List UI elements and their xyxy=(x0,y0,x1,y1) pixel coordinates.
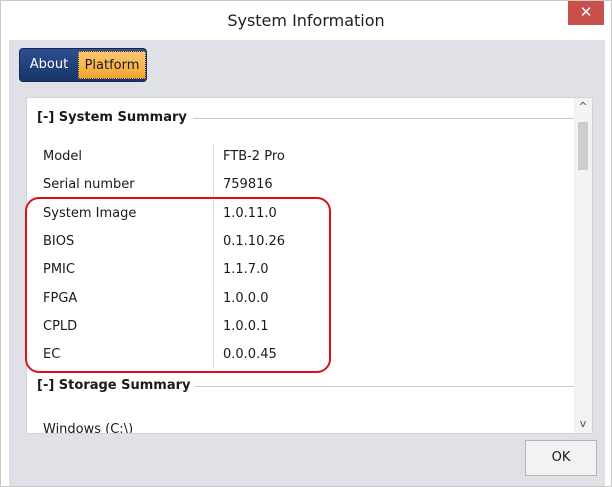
row-label-model: Model xyxy=(43,149,83,164)
storage-summary-header[interactable]: [-] Storage Summary xyxy=(37,377,191,395)
table-row: BIOS 0.1.10.26 xyxy=(27,228,575,256)
column-divider xyxy=(213,256,214,284)
tab-group: About Platform xyxy=(19,48,147,82)
row-value-ec: 0.0.0.45 xyxy=(223,347,277,362)
system-summary-header[interactable]: [-] System Summary xyxy=(37,109,187,127)
row-value-bios: 0.1.10.26 xyxy=(223,234,286,249)
column-divider xyxy=(213,171,214,199)
table-row: Serial number 759816 xyxy=(27,171,575,199)
tab-about[interactable]: About xyxy=(20,49,78,81)
column-divider xyxy=(213,228,214,256)
row-label-system-image: System Image xyxy=(43,206,137,221)
row-value-pmic: 1.1.7.0 xyxy=(223,262,269,277)
table-row: CPLD 1.0.0.1 xyxy=(27,313,575,341)
column-divider xyxy=(213,200,214,228)
table-row: Windows (C:\) xyxy=(27,416,575,434)
vertical-scrollbar[interactable]: ^ v xyxy=(574,98,592,433)
tab-platform[interactable]: Platform xyxy=(78,51,146,79)
table-row: Model FTB-2 Pro xyxy=(27,143,575,171)
ok-button[interactable]: OK xyxy=(525,440,597,476)
column-divider xyxy=(213,341,214,369)
system-information-dialog: System Information ✕ About Platform [-] … xyxy=(0,0,612,487)
row-label-cpld: CPLD xyxy=(43,319,78,334)
column-divider xyxy=(213,313,214,341)
scroll-thumb[interactable] xyxy=(578,122,588,170)
row-value-serial-number: 759816 xyxy=(223,177,273,192)
section-divider xyxy=(195,386,575,387)
row-value-cpld: 1.0.0.1 xyxy=(223,319,269,334)
row-label-fpga: FPGA xyxy=(43,291,78,306)
column-divider xyxy=(213,285,214,313)
row-label-serial-number: Serial number xyxy=(43,177,135,192)
close-icon: ✕ xyxy=(579,3,593,21)
scroll-up-icon[interactable]: ^ xyxy=(574,98,592,116)
tab-strip: About Platform xyxy=(9,40,605,90)
scroll-down-icon[interactable]: v xyxy=(574,415,592,433)
info-panel[interactable]: [-] System Summary Model FTB-2 Pro Seria… xyxy=(26,97,593,434)
section-divider xyxy=(193,118,575,119)
column-divider xyxy=(213,143,214,171)
title-bar: System Information ✕ xyxy=(1,1,611,40)
row-label-windows-drive: Windows (C:\) xyxy=(43,422,134,434)
content-frame: [-] System Summary Model FTB-2 Pro Seria… xyxy=(9,90,605,434)
dialog-footer: OK xyxy=(9,434,605,486)
row-value-system-image: 1.0.11.0 xyxy=(223,206,277,221)
table-row: System Image 1.0.11.0 xyxy=(27,200,575,228)
table-row: PMIC 1.1.7.0 xyxy=(27,256,575,284)
window-title: System Information xyxy=(227,11,385,30)
row-value-fpga: 1.0.0.0 xyxy=(223,291,269,306)
table-row: FPGA 1.0.0.0 xyxy=(27,285,575,313)
row-value-model: FTB-2 Pro xyxy=(223,149,285,164)
close-button[interactable]: ✕ xyxy=(568,1,604,25)
row-label-bios: BIOS xyxy=(43,234,75,249)
row-label-pmic: PMIC xyxy=(43,262,75,277)
row-label-ec: EC xyxy=(43,347,61,362)
table-row: EC 0.0.0.45 xyxy=(27,341,575,369)
